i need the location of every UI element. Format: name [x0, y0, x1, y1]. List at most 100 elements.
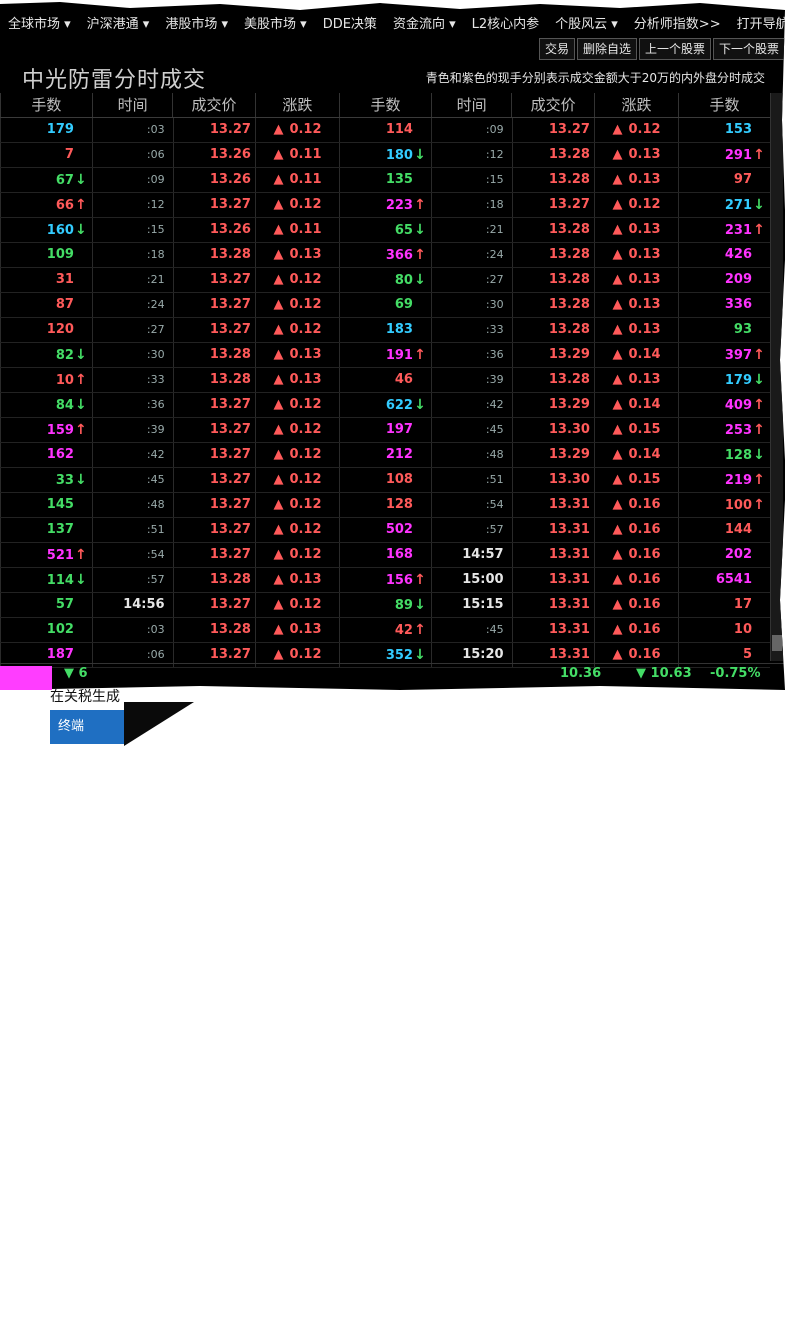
column-header[interactable]: 涨跌 [254, 93, 339, 117]
change-cell: ▲ 0.12 [593, 118, 678, 142]
price-cell: 13.27 [172, 393, 255, 417]
table-row[interactable]: 145:48 13.27 ▲ 0.12 128:54 13.31 ▲ 0.16 100↑ [0, 493, 770, 518]
menu-item[interactable]: 打开导航 [729, 14, 786, 36]
column-header[interactable]: 成交价 [511, 93, 593, 117]
status-bar: ▼ 6 10.36 ▼ 10.63 -0.75% ⚙ [0, 663, 785, 686]
change-value: 0.16 [628, 597, 661, 612]
table-row[interactable]: 120:27 13.27 ▲ 0.12 183:33 13.28 ▲ 0.13 93 [0, 318, 770, 343]
table-row[interactable]: 109:18 13.28 ▲ 0.13 366↑:24 13.28 ▲ 0.13 426 [0, 243, 770, 268]
volume-cell: 502 [339, 518, 431, 542]
arrow-down-icon: ↓ [753, 197, 765, 213]
table-row[interactable]: 137:51 13.27 ▲ 0.12 502:57 13.31 ▲ 0.16 144 [0, 518, 770, 543]
time-cell: :54 [430, 493, 512, 517]
menu-item[interactable]: 资金流向 ▾ [385, 14, 464, 36]
toolbar-button[interactable]: 下一个股票 [712, 38, 785, 60]
table-row[interactable]: 82↓:30 13.28 ▲ 0.13 191↑:36 13.29 ▲ 0.14 397↑ [0, 343, 770, 368]
table-row[interactable]: 521↑:54 13.27 ▲ 0.12 168 14:57 13.31 ▲ 0.16 202 [0, 543, 770, 568]
table-row[interactable]: 66↑:12 13.27 ▲ 0.12 223↑:18 13.27 ▲ 0.12 271↓ [0, 193, 770, 218]
gear-icon[interactable]: ⚙ [768, 1328, 781, 1344]
price-cell: 13.27 [511, 193, 594, 217]
table-row[interactable]: 10↑:33 13.28 ▲ 0.13 46:39 13.28 ▲ 0.13 179↓ [0, 368, 770, 393]
volume-cell: 87 [0, 293, 92, 317]
volume-cell: 10 [678, 618, 770, 642]
triangle-up-icon: ▲ [612, 422, 623, 437]
volume-cell: 6541 [678, 568, 770, 592]
volume-cell: 57 [0, 593, 92, 617]
change-value: 0.13 [628, 147, 661, 162]
table-row[interactable]: 159↑:39 13.27 ▲ 0.12 197:45 13.30 ▲ 0.15 253↑ [0, 418, 770, 443]
menu-item[interactable]: 沪深港通 ▾ [79, 14, 158, 36]
volume-cell: 291↑ [678, 143, 770, 167]
change-value: 0.16 [628, 622, 661, 637]
column-header[interactable]: 手数 [0, 93, 92, 117]
price-cell: 13.27 [172, 268, 255, 292]
arrow-down-icon: ↓ [75, 572, 87, 588]
table-row[interactable]: 67↓:09 13.26 ▲ 0.11 135:15 13.28 ▲ 0.13 97 [0, 168, 770, 193]
volume-cell: 426 [678, 243, 770, 267]
menu-item[interactable]: 全球市场 ▾ [0, 14, 79, 36]
time-cell: :18 [430, 193, 512, 217]
volume-cell: 209 [678, 268, 770, 292]
toolbar-button[interactable]: 交易 [538, 38, 575, 60]
menu-item[interactable]: L2核心内参 [464, 14, 548, 36]
arrow-down-icon: ↓ [75, 172, 87, 188]
triangle-up-icon: ▲ [273, 647, 284, 662]
table-row[interactable]: 160↓:15 13.26 ▲ 0.11 65↓:21 13.28 ▲ 0.13 231↑ [0, 218, 770, 243]
scroll-thumb[interactable] [772, 635, 782, 651]
change-cell: ▲ 0.16 [593, 543, 678, 567]
table-row[interactable]: 7:06 13.26 ▲ 0.11 180↓:12 13.28 ▲ 0.13 291↑ [0, 143, 770, 168]
change-value: 0.12 [289, 497, 322, 512]
column-header[interactable]: 手数 [678, 93, 770, 117]
toolbar-button[interactable]: 上一个股票 [638, 38, 711, 60]
volume-value: 409 [724, 398, 753, 413]
price-cell: 13.28 [511, 218, 594, 242]
menu-item[interactable]: 美股市场 ▾ [236, 14, 315, 36]
table-row[interactable]: 179:03 13.27 ▲ 0.12 114:09 13.27 ▲ 0.12 153 [0, 118, 770, 143]
column-header[interactable]: 涨跌 [593, 93, 678, 117]
volume-cell: 46 [339, 368, 431, 392]
menu-item[interactable]: 分析师指数>> [626, 14, 729, 36]
volume-value: 57 [55, 597, 74, 612]
toolbar-button[interactable]: 删除自选 [576, 38, 637, 60]
volume-value: 109 [46, 247, 74, 262]
table-row[interactable]: 84↓:36 13.27 ▲ 0.12 622↓:42 13.29 ▲ 0.14 409↑ [0, 393, 770, 418]
arrow-down-icon: ↓ [414, 272, 426, 288]
triangle-up-icon: ▲ [612, 572, 623, 587]
price-cell: 13.30 [511, 468, 594, 492]
change-value: 0.16 [628, 522, 661, 537]
column-header[interactable]: 时间 [91, 93, 173, 117]
triangle-up-icon: ▲ [612, 172, 623, 187]
table-row[interactable]: 102:03 13.28 ▲ 0.13 42↑:45 13.31 ▲ 0.16 10 [0, 618, 770, 643]
menu-item[interactable]: DDE决策 [315, 14, 385, 36]
table-row[interactable]: 31:21 13.27 ▲ 0.12 80↓:27 13.28 ▲ 0.13 209 [0, 268, 770, 293]
menu-item[interactable]: 个股风云 ▾ [547, 14, 626, 36]
price-cell: 13.28 [172, 568, 255, 592]
column-header[interactable]: 时间 [430, 93, 512, 117]
toolbar: 交易 删除自选 上一个股票 下一个股票 [537, 38, 785, 60]
volume-value: 622 [385, 398, 413, 413]
time-cell: :12 [91, 193, 173, 217]
volume-value: 187 [46, 647, 74, 662]
terminal-button[interactable]: 终端 [50, 710, 124, 744]
change-cell: ▲ 0.13 [593, 368, 678, 392]
column-header[interactable]: 成交价 [172, 93, 254, 117]
table-row[interactable]: 57 14:56 13.27 ▲ 0.12 89↓ 15:15 13.31 ▲ 0.16 17 [0, 593, 770, 618]
column-header[interactable]: 手数 [339, 93, 431, 117]
volume-cell: 128 [339, 493, 431, 517]
table-row[interactable]: 114↓:57 13.28 ▲ 0.13 156↑ 15:00 13.31 ▲ 0.16 6541 [0, 568, 770, 593]
triangle-up-icon: ▲ [273, 497, 284, 512]
time-cell: :57 [91, 568, 173, 592]
legend-note: 青色和紫色的现手分别表示成交金额大于20万的内外盘分时成交 [425, 71, 765, 85]
volume-cell: 197 [339, 418, 431, 442]
volume-cell: 114↓ [0, 568, 92, 592]
vertical-scrollbar[interactable] [770, 93, 783, 661]
volume-cell: 42↑ [339, 618, 431, 642]
price-cell: 13.27 [511, 118, 594, 142]
menu-item[interactable]: 港股市场 ▾ [157, 14, 236, 36]
table-row[interactable]: 162:42 13.27 ▲ 0.12 212:48 13.29 ▲ 0.14 128↓ [0, 443, 770, 468]
table-row[interactable]: 87:24 13.27 ▲ 0.12 69:30 13.28 ▲ 0.13 336 [0, 293, 770, 318]
time-cell: :45 [430, 618, 512, 642]
volume-cell: 120 [0, 318, 92, 342]
volume-cell: 366↑ [339, 243, 431, 267]
table-row[interactable]: 33↓:45 13.27 ▲ 0.12 108:51 13.30 ▲ 0.15 219↑ [0, 468, 770, 493]
